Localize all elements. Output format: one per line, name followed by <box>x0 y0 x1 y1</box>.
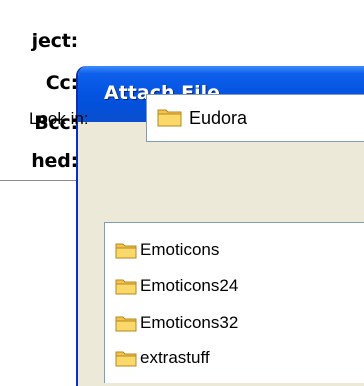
look-in-dropdown[interactable]: Eudora <box>146 94 364 142</box>
list-item[interactable]: Emoticons32 <box>115 309 238 337</box>
file-label: Emoticons32 <box>140 313 239 332</box>
file-label: extrastuff <box>140 348 210 367</box>
folder-icon <box>157 109 182 127</box>
file-label: Emoticons24 <box>140 276 239 295</box>
list-item[interactable]: Emoticons <box>115 236 219 264</box>
attached-label: hed: <box>31 150 78 172</box>
look-in-label: Look in: <box>29 109 89 128</box>
subject-label: ject: <box>31 30 79 52</box>
list-item[interactable]: extrastuff <box>115 344 210 372</box>
list-item[interactable]: Emoticons24 <box>115 272 238 300</box>
cc-label: Cc: <box>45 72 78 94</box>
folder-icon <box>115 316 137 332</box>
file-label: Emoticons <box>140 240 220 259</box>
file-list[interactable]: Emoticons Emoticons24 Emoticons32 extras… <box>104 222 364 383</box>
folder-icon <box>115 243 137 259</box>
folder-icon <box>115 279 137 295</box>
look-in-value: Eudora <box>189 108 248 128</box>
folder-icon <box>115 351 137 367</box>
